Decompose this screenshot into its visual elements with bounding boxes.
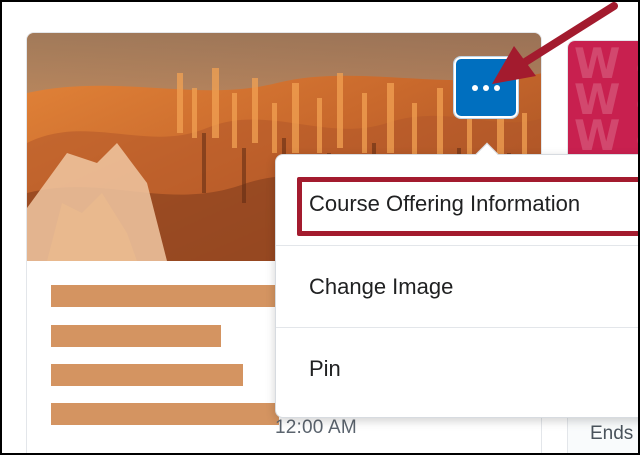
pointer-arrow-icon xyxy=(492,2,618,84)
screenshot-frame: W & W & W & Ends xyxy=(0,0,640,455)
